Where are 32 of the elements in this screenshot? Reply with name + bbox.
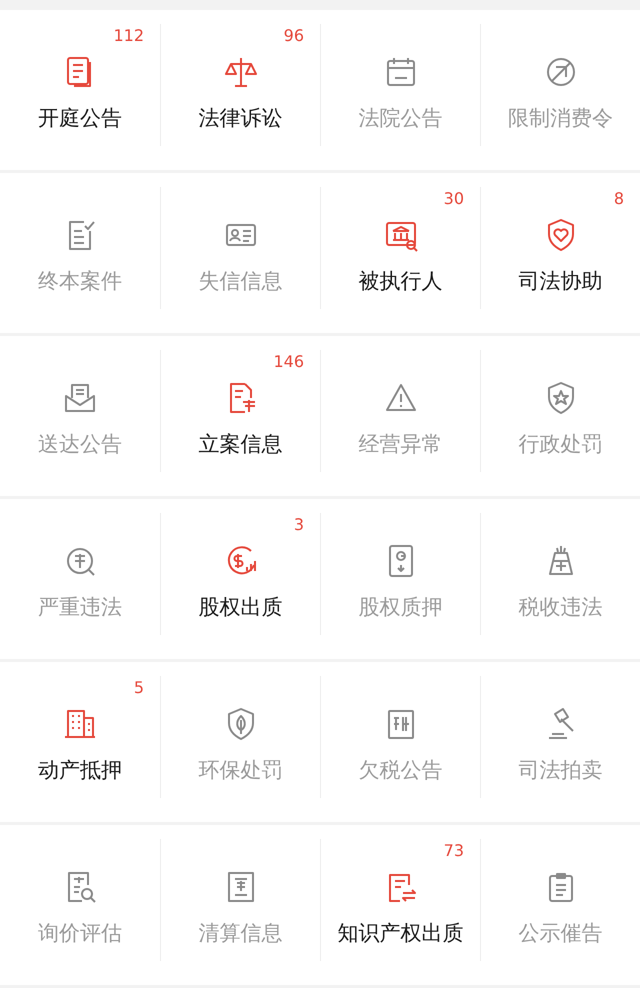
item-label[interactable]: 立案信息	[198, 432, 282, 458]
count-label: 112	[113, 28, 144, 44]
item-label[interactable]: 环保处罚	[198, 758, 282, 784]
item-label[interactable]: 送达公告	[38, 432, 122, 458]
item-label[interactable]: 司法拍卖	[518, 758, 602, 784]
item-label[interactable]: 欠税公告	[358, 758, 442, 784]
count-label: 146	[273, 354, 304, 370]
item-label[interactable]: 知识产权出质	[338, 921, 464, 946]
item-label[interactable]: 询价评估	[38, 921, 122, 946]
item-label[interactable]: 严重违法	[38, 595, 122, 620]
item-label[interactable]: 开庭公告	[38, 106, 122, 132]
item-label[interactable]: 司法协助	[518, 269, 602, 294]
item-label[interactable]: 经营异常	[358, 432, 442, 458]
item-label[interactable]: 股权质押	[358, 595, 442, 620]
count-label: 30	[444, 191, 464, 207]
count-label: 73	[444, 843, 464, 859]
item-label[interactable]: 税收违法	[518, 595, 602, 620]
item-label[interactable]: 限制消费令	[508, 106, 613, 132]
item-label[interactable]: 清算信息	[198, 921, 282, 946]
count-label: 5	[134, 680, 144, 696]
item-label[interactable]: 动产抵押	[38, 758, 122, 784]
item-label[interactable]: 公示催告	[518, 921, 602, 946]
item-label[interactable]: 行政处罚	[518, 432, 602, 458]
item-label[interactable]: 法院公告	[358, 106, 442, 132]
count-label: 96	[284, 28, 304, 44]
item-label[interactable]: 失信信息	[198, 269, 282, 294]
count-label: 8	[614, 191, 624, 207]
item-label[interactable]: 股权出质	[198, 595, 282, 620]
item-label[interactable]: 被执行人	[358, 269, 442, 294]
count-label: 3	[294, 517, 304, 533]
item-label[interactable]: 法律诉讼	[198, 106, 282, 132]
item-label[interactable]: 终本案件	[38, 269, 122, 294]
